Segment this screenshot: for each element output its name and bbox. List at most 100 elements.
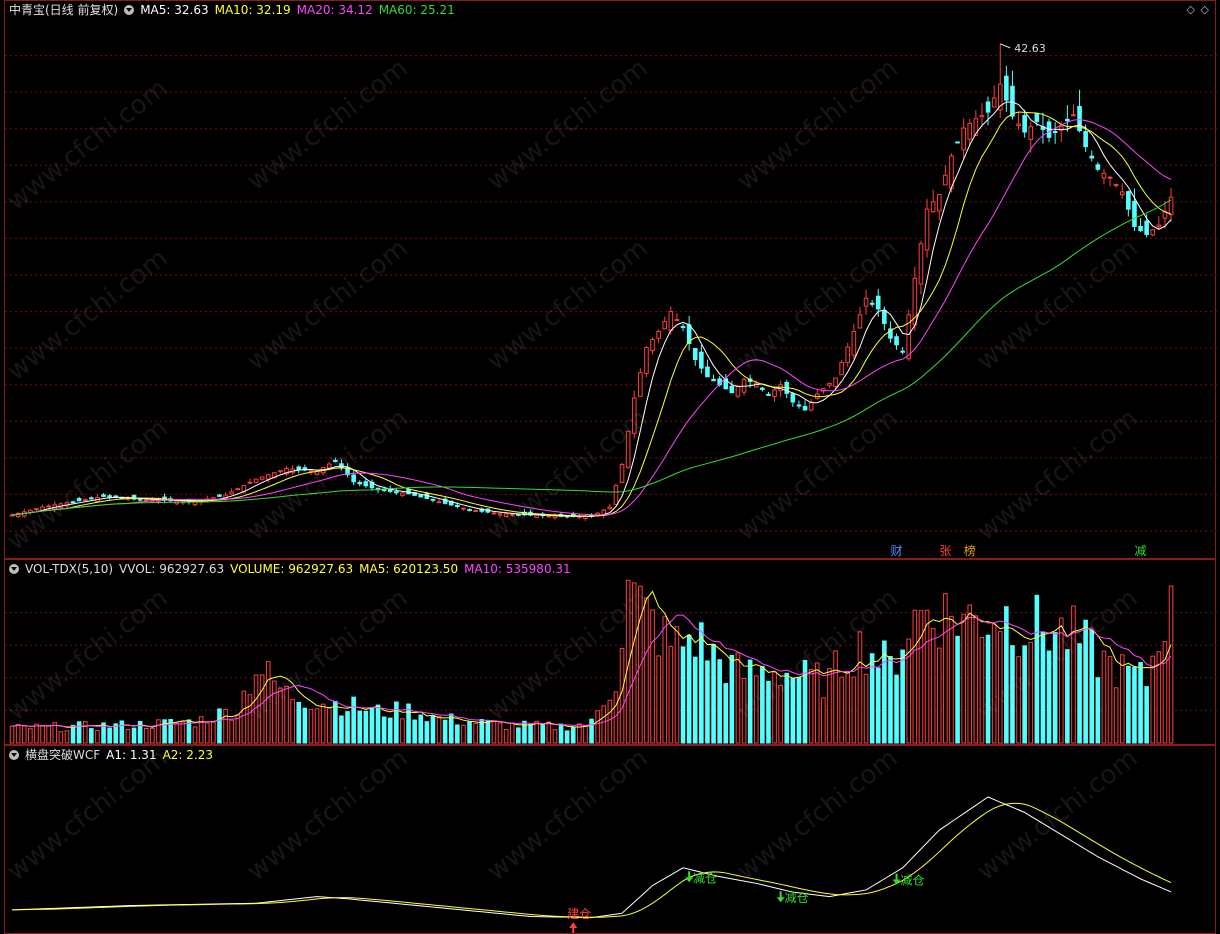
- volume-bar: [1028, 641, 1034, 744]
- candle-body: [943, 174, 948, 186]
- candle-body: [1138, 225, 1143, 231]
- volume-bar: [1040, 631, 1046, 744]
- volume-bar: [58, 731, 64, 744]
- volume-bar: [70, 724, 76, 744]
- volume-bar: [296, 701, 302, 744]
- volume-bar: [1132, 666, 1137, 744]
- volume-bar: [223, 708, 228, 744]
- volume-bar: [607, 699, 613, 744]
- candle-body: [278, 470, 283, 473]
- moving-averages: [11, 101, 1172, 517]
- candle-body: [625, 430, 631, 468]
- candle-body: [265, 474, 271, 480]
- volume-bar: [1113, 687, 1119, 744]
- candle-body: [363, 481, 369, 487]
- candle-body: [1107, 176, 1113, 179]
- candle-body: [259, 476, 265, 480]
- candle-body: [534, 514, 539, 518]
- candle-body: [668, 311, 674, 332]
- candle-body: [467, 509, 472, 512]
- volume-bar: [967, 604, 973, 744]
- ma20-line: [11, 119, 1172, 516]
- volume-bar: [46, 724, 51, 744]
- candle-body: [296, 466, 302, 471]
- candle-body: [808, 401, 814, 411]
- volume-bar: [918, 610, 924, 744]
- volume-bar: [680, 646, 686, 744]
- candle-body: [692, 348, 698, 360]
- candle-body: [882, 309, 887, 325]
- volume-bar: [821, 697, 826, 744]
- candle-body: [1083, 131, 1088, 148]
- candle-body: [1168, 196, 1174, 216]
- volume-bar: [528, 723, 533, 744]
- volume-panel[interactable]: VOL-TDX(5,10) VVOL: 962927.63 VOLUME: 96…: [4, 559, 1217, 746]
- volume-bar: [900, 649, 905, 744]
- candle-body: [1089, 155, 1095, 159]
- volume-bar: [760, 665, 765, 744]
- volume-bar: [1010, 645, 1015, 744]
- volume-bar: [540, 723, 546, 744]
- volume-bar-chart[interactable]: [5, 560, 1217, 746]
- volume-bar: [302, 707, 308, 744]
- volume-bar: [723, 683, 729, 744]
- volume-bar: [650, 609, 655, 744]
- volume-bar: [827, 668, 832, 744]
- volume-bar: [381, 716, 387, 744]
- volume-bar: [924, 609, 930, 744]
- candle-body: [503, 513, 509, 517]
- candle-body: [894, 336, 899, 346]
- ma10-line: [11, 111, 1172, 517]
- candle-body: [711, 378, 716, 382]
- volume-bar: [1065, 649, 1070, 744]
- volume-bar: [772, 671, 777, 744]
- volume-bar: [796, 676, 802, 744]
- price-grid: [5, 55, 1217, 532]
- candle-body: [1010, 85, 1015, 117]
- volume-bar: [613, 691, 619, 744]
- volume-bar: [308, 708, 314, 744]
- volume-bar: [692, 656, 698, 744]
- candlestick-chart[interactable]: 42.63 财 张榜 减: [5, 1, 1217, 560]
- volume-bar: [418, 714, 424, 744]
- volume-bar: [961, 613, 966, 744]
- volume-bar: [412, 719, 417, 744]
- volume-bar: [1119, 654, 1125, 744]
- candle-body: [1004, 75, 1009, 101]
- volume-bar: [387, 717, 393, 744]
- indicator-line-chart[interactable]: 建仓减仓减仓减仓: [5, 746, 1217, 934]
- volume-bar: [814, 662, 820, 744]
- volume-bar: [882, 640, 887, 744]
- candle-body: [729, 385, 735, 394]
- candle-body: [436, 501, 442, 504]
- candle-body: [985, 101, 991, 113]
- volume-bar: [198, 716, 204, 744]
- volume-bar: [601, 705, 607, 744]
- volume-bar: [1016, 656, 1021, 744]
- high-marker-line: [1000, 43, 1011, 49]
- volume-bar: [345, 711, 350, 744]
- volume-bar: [991, 623, 997, 744]
- candle-body: [235, 488, 241, 491]
- volume-bar: [699, 622, 704, 744]
- candle-body: [967, 122, 973, 140]
- volume-bar: [192, 726, 198, 744]
- volume-bar: [662, 616, 668, 744]
- indicator-panel[interactable]: 横盘突破WCF A1: 1.31 A2: 2.23 建仓 减仓 减仓 减仓: [4, 745, 1216, 934]
- candle-body: [863, 297, 869, 307]
- candle-body: [326, 463, 332, 469]
- volume-bar: [64, 730, 70, 744]
- volume-bar: [729, 654, 735, 744]
- volume-bar: [711, 644, 716, 744]
- volume-bar: [485, 720, 491, 744]
- volume-bar: [552, 729, 558, 744]
- volume-bar: [150, 727, 155, 744]
- volume-bar: [875, 667, 881, 744]
- candle-body: [351, 474, 356, 483]
- volume-bar: [851, 676, 857, 744]
- buy-signal-label: 建仓: [567, 907, 591, 921]
- volume-bar: [979, 636, 985, 744]
- candle-body: [217, 494, 222, 497]
- candle-body: [107, 495, 112, 498]
- price-panel[interactable]: 中青宝(日线 前复权) MA5: 32.63 MA10: 32.19 MA20:…: [4, 0, 1217, 560]
